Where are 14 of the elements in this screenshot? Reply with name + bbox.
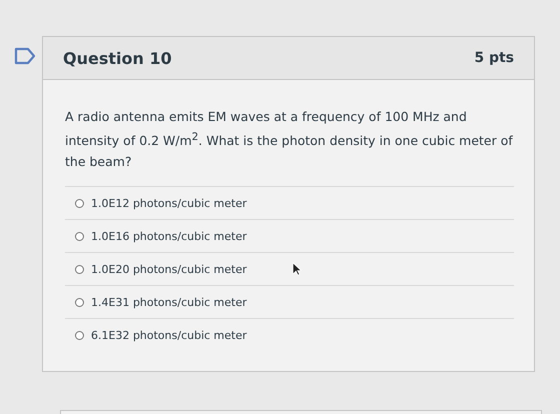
cursor-icon <box>292 262 302 276</box>
answer-option[interactable]: 1.0E16 photons/cubic meter <box>65 220 514 254</box>
answer-option[interactable]: 1.4E31 photons/cubic meter <box>65 286 514 320</box>
answer-option[interactable]: 1.0E12 photons/cubic meter <box>65 187 514 220</box>
answer-option[interactable]: 6.1E32 photons/cubic meter <box>65 319 514 352</box>
radio-button[interactable] <box>75 330 84 340</box>
question-title: Question 10 <box>63 48 172 68</box>
radio-button[interactable] <box>75 232 84 241</box>
points-label: 5 pts <box>474 50 514 66</box>
radio-button[interactable] <box>75 198 84 208</box>
question-text: A radio antenna emits EM waves at a frequency of 100 MHz and intensity of 0.2 W/m$^{2}$. What is the photon density in one cubic meter of the beam? <box>65 108 514 172</box>
radio-button[interactable] <box>75 264 84 274</box>
radio-button[interactable] <box>75 298 84 307</box>
flag-icon[interactable] <box>14 47 36 65</box>
